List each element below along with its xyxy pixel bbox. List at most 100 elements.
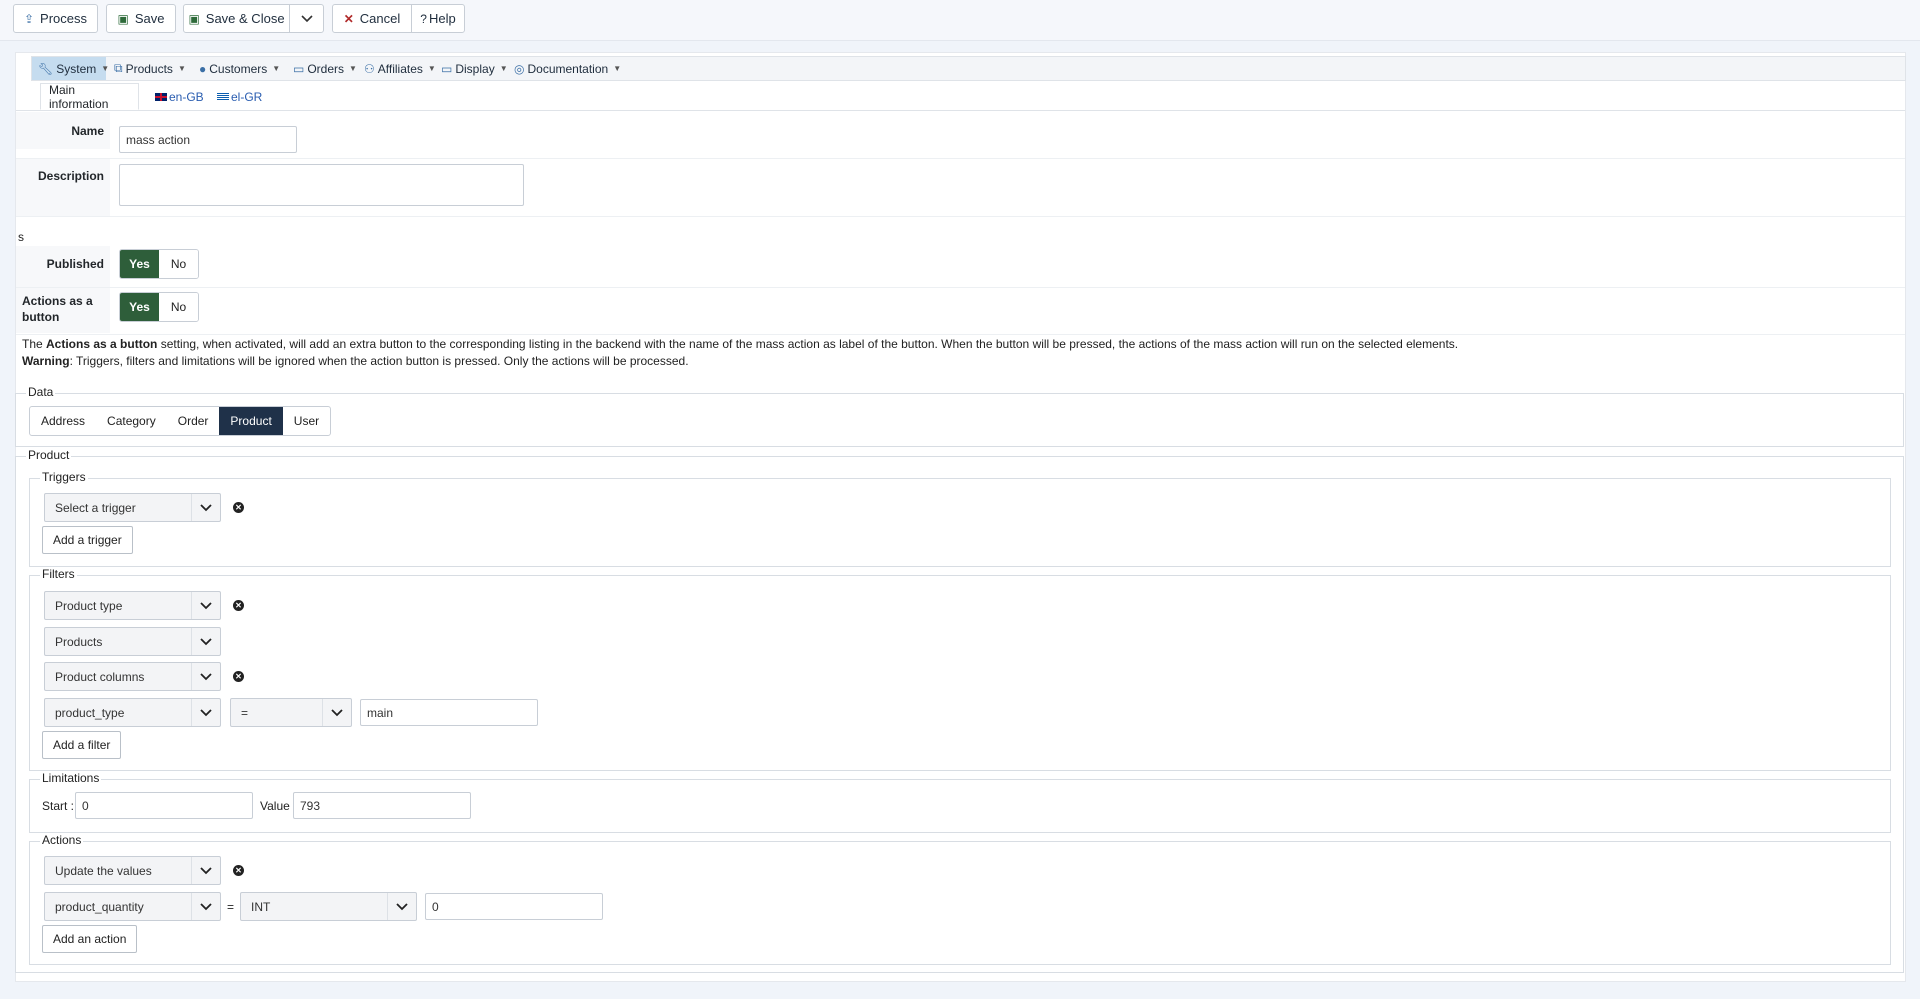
equals-sign: = [227, 900, 235, 914]
name-input[interactable]: mass action [119, 126, 297, 153]
name-label: Name [16, 112, 110, 149]
filters-fieldset: Filters Product type ✕ Products Product … [29, 567, 1891, 771]
add-filter-button[interactable]: Add a filter [42, 731, 122, 759]
menu-orders[interactable]: ▭ Orders ▼ [287, 57, 357, 80]
life-ring-icon: ◎ [514, 61, 525, 76]
users-icon: ⚇ [364, 61, 375, 76]
add-trigger-button[interactable]: Add a trigger [42, 526, 133, 554]
credit-card-icon: ▭ [293, 61, 305, 76]
published-label: Published [16, 246, 110, 288]
tab-main-information[interactable]: Main information [40, 83, 139, 111]
data-tab-order[interactable]: Order [167, 407, 220, 435]
menu-documentation[interactable]: ◎ Documentation ▼ [508, 57, 621, 80]
tab-en-gb[interactable]: en-GB [147, 83, 212, 110]
process-button[interactable]: ⇪ Process [13, 4, 98, 33]
data-tab-address[interactable]: Address [30, 407, 96, 435]
cancel-button[interactable]: ✕ Cancel [332, 4, 412, 33]
divider [16, 287, 1905, 288]
caret-down-icon: ▼ [272, 64, 281, 73]
limitations-fieldset: Limitations Start : 0 Value : 793 [29, 771, 1891, 833]
action-type-select[interactable]: INT [240, 892, 417, 921]
tab-el-gr[interactable]: el-GR [209, 83, 270, 110]
actions-legend: Actions [40, 833, 84, 847]
stray-text: s [18, 230, 24, 244]
chevron-down-icon [191, 857, 220, 884]
data-tab-user[interactable]: User [283, 407, 330, 435]
limitations-legend: Limitations [40, 771, 102, 785]
actions-button-yes[interactable]: Yes [120, 293, 159, 321]
save-button[interactable]: ▣ Save [106, 4, 176, 33]
remove-action-icon[interactable]: ✕ [233, 865, 244, 876]
value-label: Value : [260, 799, 297, 813]
save-close-button[interactable]: ▣ Save & Close [183, 4, 290, 33]
chevron-down-icon [191, 592, 220, 619]
filter-operator-select[interactable]: = [230, 698, 352, 727]
menu-customers[interactable]: ● Customers ▼ [193, 57, 281, 80]
main-card: 🔧︎ System ▼ ⧉ Products ▼ ● Customers ▼ ▭ Or… [15, 52, 1906, 982]
menu-system[interactable]: 🔧︎ System ▼ [32, 57, 109, 80]
filter-column-select[interactable]: product_type [44, 698, 221, 727]
chevron-down-icon [191, 699, 220, 726]
action-select[interactable]: Update the values [44, 856, 221, 885]
filter-type-select[interactable]: Product type [44, 591, 221, 620]
product-fieldset: Product Triggers Select a trigger ✕ Add … [15, 448, 1904, 973]
chevron-down-icon [191, 628, 220, 655]
trigger-select[interactable]: Select a trigger [44, 493, 221, 522]
data-tab-category[interactable]: Category [96, 407, 167, 435]
cubes-icon: ⧉ [114, 61, 123, 75]
limit-value-input[interactable]: 793 [293, 792, 471, 819]
data-fieldset: Data Address Category Order Product User [15, 385, 1904, 447]
chevron-down-icon [191, 494, 220, 521]
caret-down-icon: ▼ [349, 64, 357, 73]
actions-as-button-label: Actions as a button [16, 288, 110, 333]
published-no[interactable]: No [159, 250, 198, 278]
data-tab-product[interactable]: Product [219, 407, 283, 435]
filter-products-select[interactable]: Products [44, 627, 221, 656]
chevron-down-icon [191, 663, 220, 690]
info-text: The Actions as a button setting, when ac… [22, 337, 1459, 368]
product-legend: Product [26, 448, 72, 462]
help-button[interactable]: ? Help [411, 4, 465, 33]
menu-affiliates[interactable]: ⚇ Affiliates ▼ [358, 57, 436, 80]
chevron-down-icon [191, 893, 220, 920]
remove-trigger-icon[interactable]: ✕ [233, 502, 244, 513]
add-action-button[interactable]: Add an action [42, 925, 138, 953]
published-yes[interactable]: Yes [120, 250, 159, 278]
published-toggle[interactable]: Yes No [119, 249, 199, 279]
menu-display[interactable]: ▭ Display ▼ [435, 57, 508, 80]
chevron-down-icon [387, 893, 416, 920]
actions-as-button-toggle[interactable]: Yes No [119, 292, 199, 322]
menu-bar: 🔧︎ System ▼ ⧉ Products ▼ ● Customers ▼ ▭ Or… [31, 56, 1906, 81]
triggers-fieldset: Triggers Select a trigger ✕ Add a trigge… [29, 470, 1891, 567]
data-type-tabs: Address Category Order Product User [29, 406, 332, 436]
chevron-down-icon [300, 11, 313, 26]
description-textarea[interactable] [119, 164, 524, 206]
start-label: Start : [42, 799, 75, 813]
action-field-select[interactable]: product_quantity [44, 892, 221, 921]
question-icon: ? [420, 11, 427, 26]
close-icon: ✕ [343, 11, 354, 26]
actions-button-no[interactable]: No [159, 293, 198, 321]
toolbar: ⇪ Process ▣ Save ▣ Save & Close ✕ Cancel… [0, 0, 1920, 41]
filter-columns-select[interactable]: Product columns [44, 662, 221, 691]
user-icon: ● [199, 61, 207, 76]
filter-value-input[interactable]: main [360, 699, 538, 726]
uk-flag-icon [155, 92, 167, 101]
actions-fieldset: Actions Update the values ✕ product_quan… [29, 833, 1891, 965]
remove-filter-icon[interactable]: ✕ [233, 671, 244, 682]
desktop-icon: ▭ [441, 61, 453, 76]
action-value-input[interactable]: 0 [425, 893, 603, 920]
start-input[interactable]: 0 [75, 792, 253, 819]
remove-filter-icon[interactable]: ✕ [233, 600, 244, 611]
filters-legend: Filters [40, 567, 77, 581]
floppy-icon: ▣ [188, 11, 200, 26]
caret-down-icon: ▼ [177, 64, 186, 73]
triggers-legend: Triggers [40, 470, 88, 484]
save-options-dropdown[interactable] [289, 4, 324, 33]
menu-products[interactable]: ⧉ Products ▼ [108, 57, 192, 80]
caret-down-icon: ▼ [499, 64, 508, 73]
upload-icon: ⇪ [23, 11, 35, 26]
floppy-icon: ▣ [117, 11, 129, 26]
language-tabs: Main information en-GB el-GR [16, 83, 1905, 111]
description-label: Description [16, 159, 110, 216]
